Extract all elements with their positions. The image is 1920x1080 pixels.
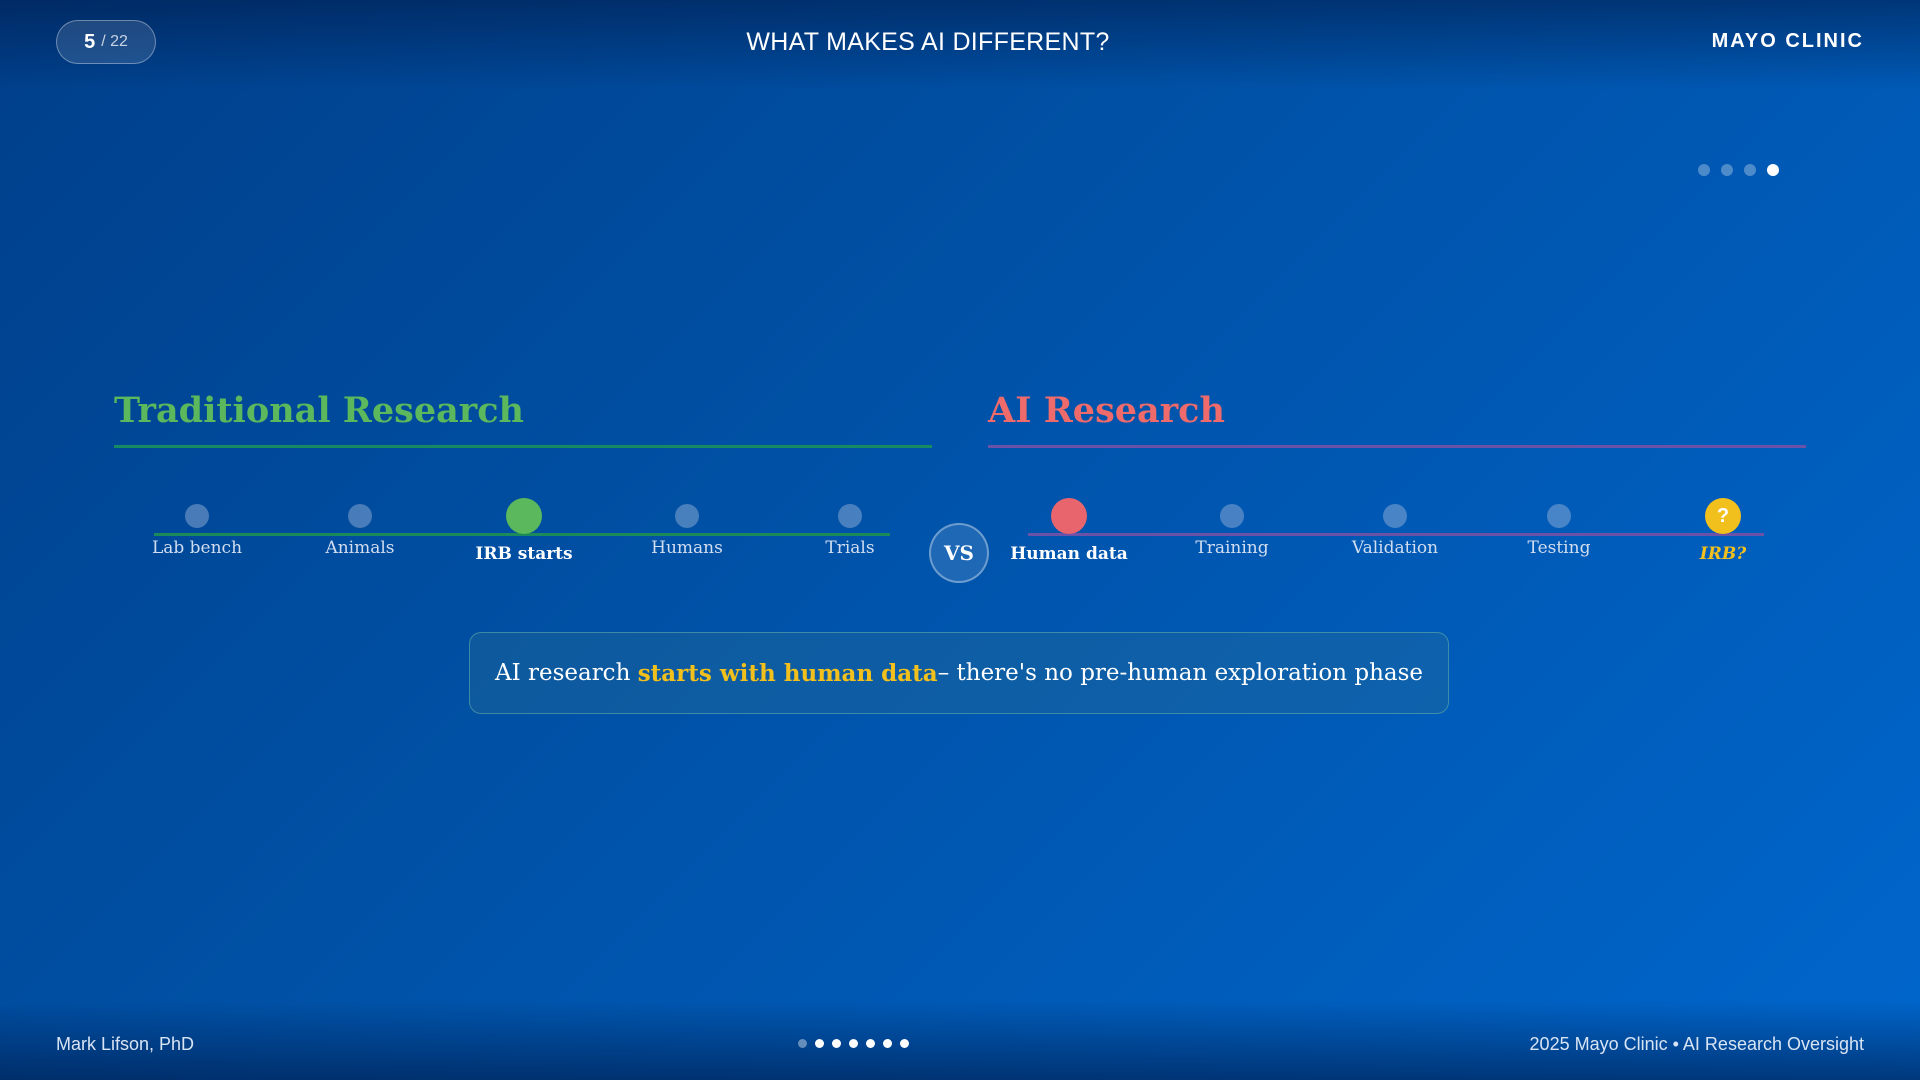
build-step-dot[interactable] <box>1744 164 1756 176</box>
ai-research-title: AI Research <box>988 390 1225 431</box>
timeline-step-label: Human data <box>1010 544 1128 564</box>
timeline-step-label: IRB? <box>1699 544 1747 564</box>
progress-dot[interactable] <box>883 1039 892 1048</box>
build-step-dots <box>1698 164 1779 176</box>
timeline-dot <box>838 504 862 528</box>
progress-dot[interactable] <box>900 1039 909 1048</box>
timeline-dot <box>348 504 372 528</box>
timeline-dot <box>675 504 699 528</box>
ai-underline <box>988 445 1806 448</box>
timeline-dot-highlight <box>1051 498 1087 534</box>
timeline-dot <box>1220 504 1244 528</box>
traditional-underline <box>114 445 932 448</box>
slide-title: WHAT MAKES AI DIFFERENT? <box>746 28 1110 56</box>
progress-dot[interactable] <box>798 1039 807 1048</box>
progress-dot[interactable] <box>866 1039 875 1048</box>
timeline-step-label: Validation <box>1351 538 1439 558</box>
build-step-dot[interactable] <box>1698 164 1710 176</box>
progress-dot[interactable] <box>815 1039 824 1048</box>
footer-author: Mark Lifson, PhD <box>56 1034 195 1054</box>
timeline-step-label: IRB starts <box>475 544 573 564</box>
timeline-dot <box>1547 504 1571 528</box>
callout-highlight: starts with human data <box>637 659 938 687</box>
traditional-research-title: Traditional Research <box>114 390 525 431</box>
callout-suffix: – there's no pre-human exploration phase <box>937 660 1424 686</box>
footer-credit: 2025 Mayo Clinic • AI Research Oversight <box>1529 1034 1864 1054</box>
timeline-dot-highlight <box>506 498 542 534</box>
timeline-step-label: Trials <box>825 538 875 558</box>
progress-dot[interactable] <box>849 1039 858 1048</box>
progress-dot[interactable] <box>832 1039 841 1048</box>
question-icon: ? <box>1705 498 1741 534</box>
callout-prefix: AI research <box>494 660 631 686</box>
timeline-step-label: Lab bench <box>151 538 243 558</box>
timeline-step-label: Testing <box>1527 538 1591 558</box>
timeline-step-label: Animals <box>325 538 395 558</box>
timeline-step-label: Humans <box>651 538 723 558</box>
ai-timeline-line <box>1028 533 1764 536</box>
timeline-step-label: Training <box>1195 538 1269 558</box>
timeline-dot <box>1383 504 1407 528</box>
build-step-dot[interactable] <box>1767 164 1779 176</box>
timeline-dot <box>185 504 209 528</box>
key-message-callout: AI research starts with human data – the… <box>469 632 1449 714</box>
build-step-dot[interactable] <box>1721 164 1733 176</box>
slide-progress-dots <box>798 1039 909 1048</box>
vs-badge: VS <box>929 523 989 583</box>
brand-logo: MAYO CLINIC <box>1711 30 1864 52</box>
